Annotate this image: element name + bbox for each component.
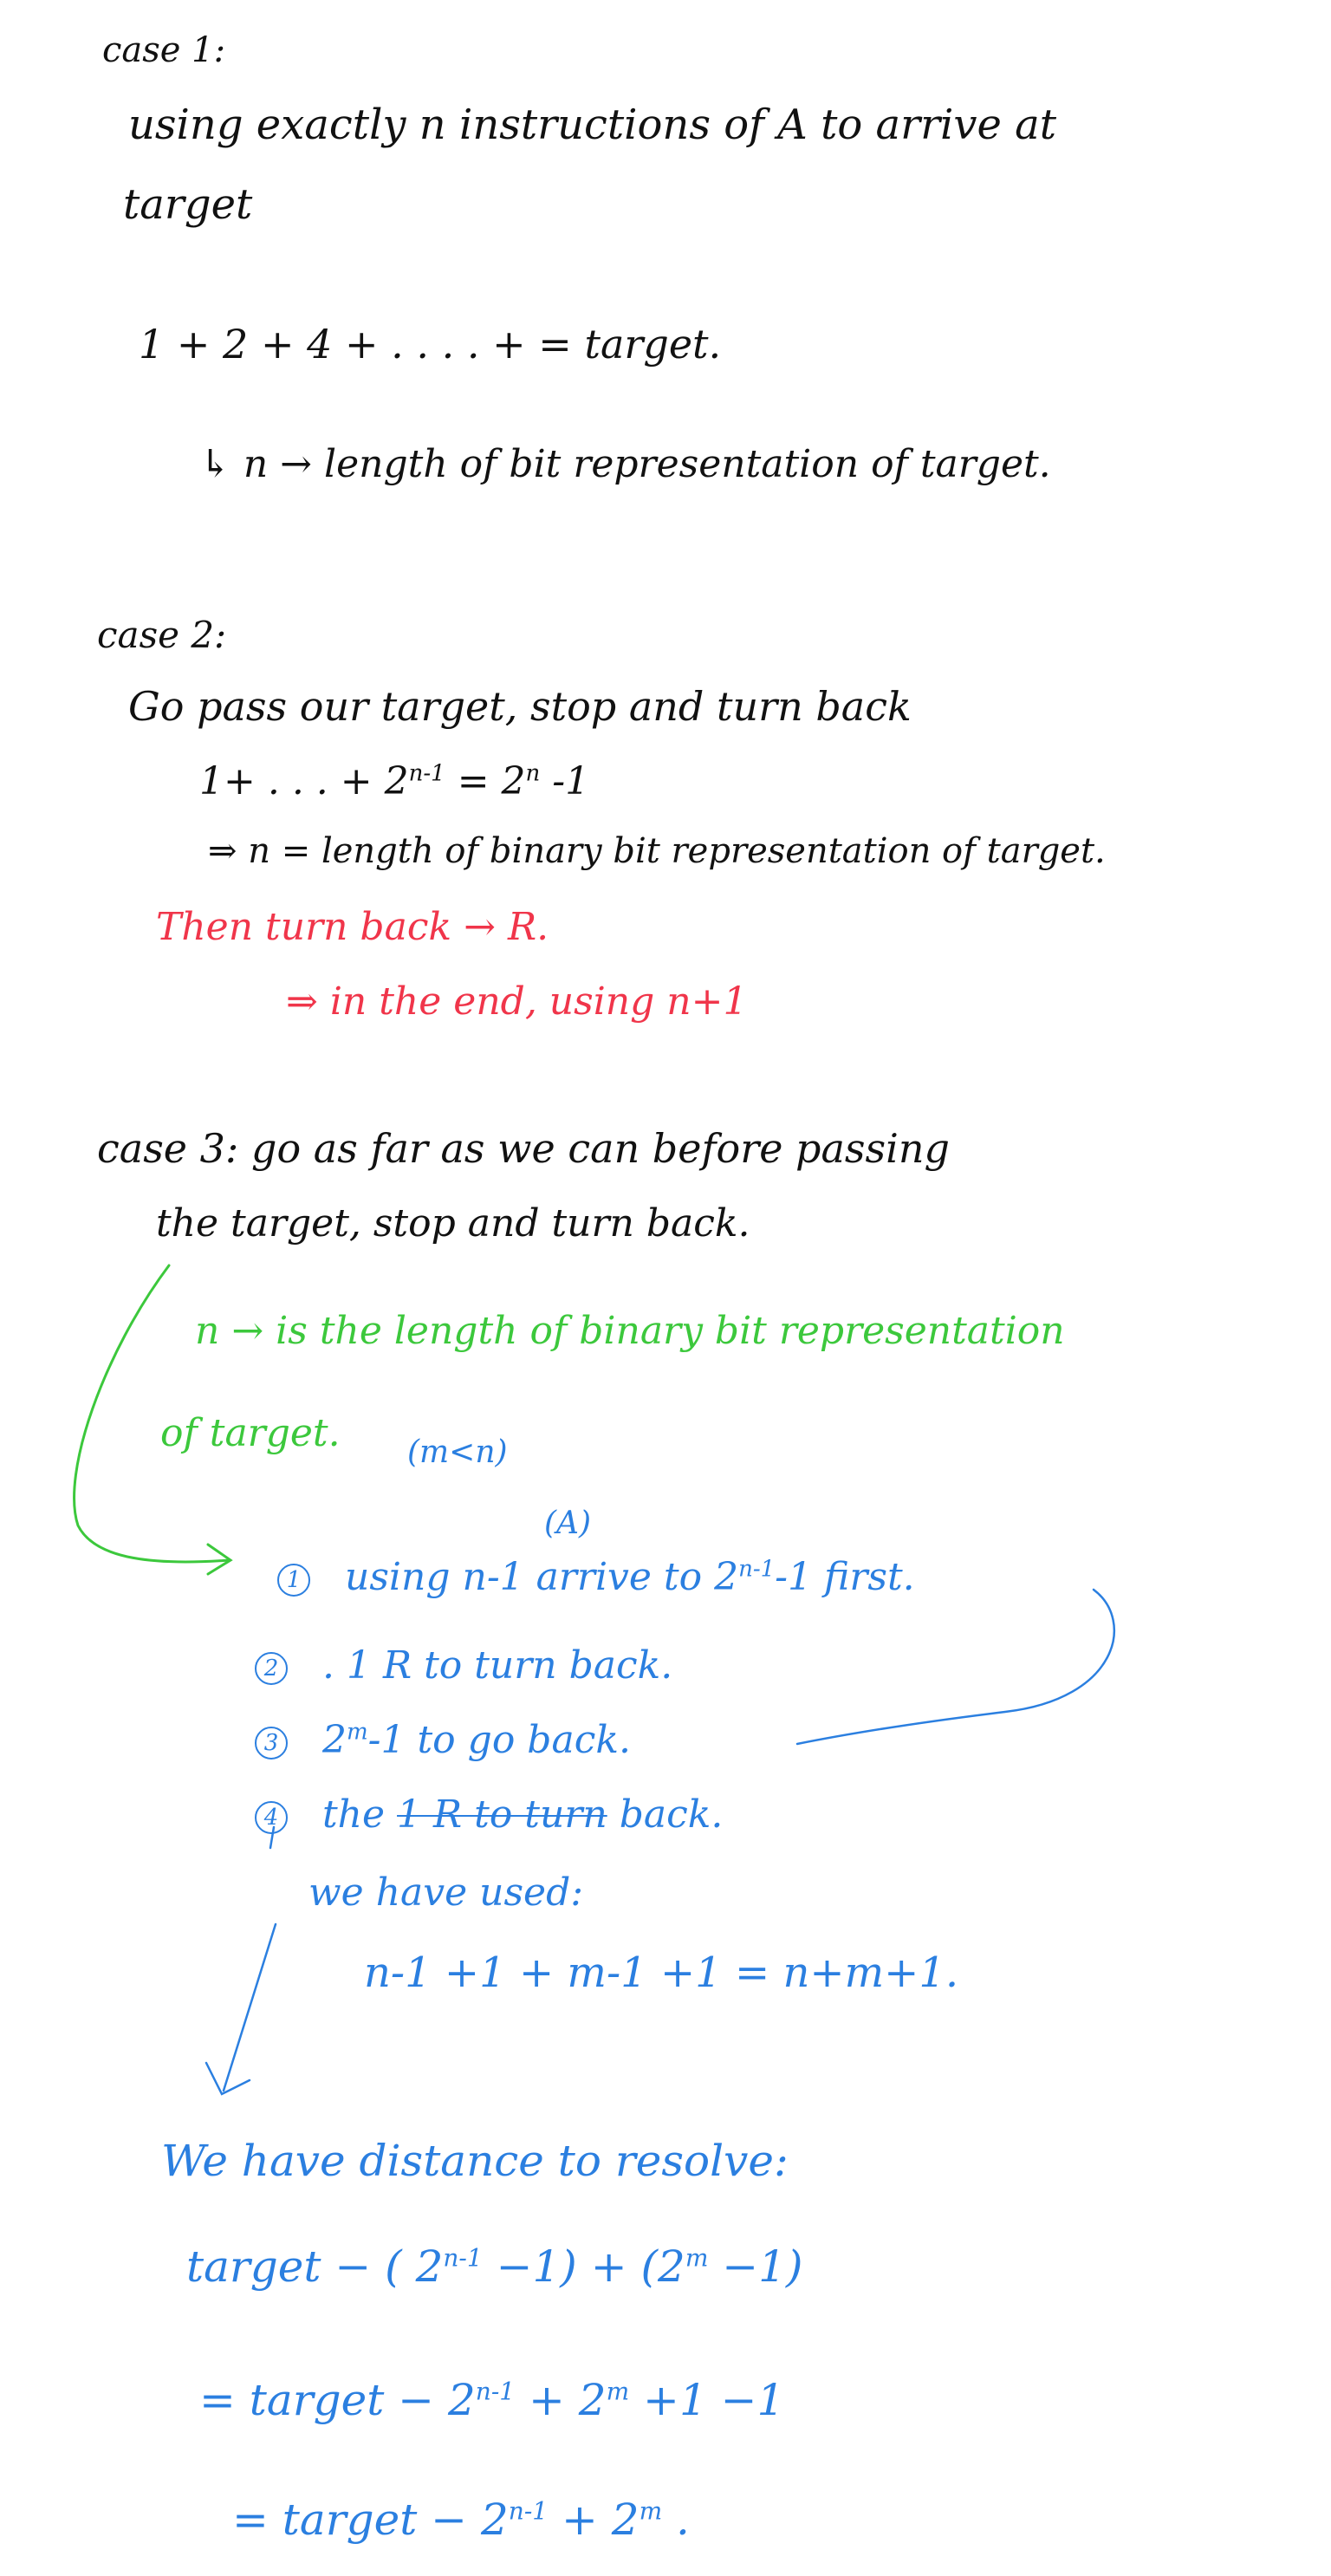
step-1: 1 using n-1 arrive to 2n-1-1 first. xyxy=(277,1555,915,1599)
expr1-exp1: n-1 xyxy=(443,2243,483,2273)
case2-sum-tail: -1 xyxy=(540,759,590,803)
expr3-a: = target − 2 xyxy=(232,2495,509,2545)
step-2-lead: . 1 R to turn back. xyxy=(322,1643,673,1688)
case2-sum-exp: n-1 xyxy=(408,760,445,787)
step-1-exp: n-1 xyxy=(738,1556,776,1583)
case3-line2: the target, stop and turn back. xyxy=(156,1201,750,1246)
distance-label: We have distance to resolve: xyxy=(161,2136,789,2186)
case1-heading: case 1: xyxy=(102,30,226,70)
expr2-b: + 2 xyxy=(515,2375,607,2425)
blue-down-arrowhead xyxy=(205,2061,251,2096)
ink-strokes xyxy=(73,1264,1115,2096)
step-3: 3 2m-1 to go back. xyxy=(255,1718,631,1762)
expr3-b: + 2 xyxy=(548,2495,640,2545)
case2-heading: case 2: xyxy=(97,614,227,656)
distance-expr-2: = target − 2n-1 + 2m +1 −1 xyxy=(199,2377,784,2424)
step-4-marker: 4 xyxy=(255,1800,288,1834)
case1-line1: using exactly n instructions of A to arr… xyxy=(128,101,1057,149)
blue-down-arrow xyxy=(222,1922,277,2092)
case3-green-line1: n → is the length of binary bit represen… xyxy=(195,1309,1065,1353)
used-expr: n-1 +1 + m-1 +1 = n+m+1. xyxy=(364,1948,959,1997)
green-arrowhead xyxy=(206,1543,233,1576)
case2-sum-lead: 1+ . . . + 2 xyxy=(199,759,409,803)
step-4: 4 the 1 R to turn back. xyxy=(255,1792,724,1837)
step-4-lead: the xyxy=(322,1792,398,1837)
expr1-c: −1) xyxy=(708,2241,803,2292)
case3-heading: case 3: go as far as we can before passi… xyxy=(97,1125,950,1172)
case1-sum: 1 + 2 + 4 + . . . . + = target. xyxy=(139,321,722,368)
distance-expr-1: target − ( 2n-1 −1) + (2m −1) xyxy=(186,2243,802,2291)
step-3-marker: 3 xyxy=(255,1726,288,1760)
expr1-b: −1) + (2 xyxy=(482,2241,685,2292)
step-2-marker: 2 xyxy=(255,1651,288,1685)
step-1-lead: using n-1 arrive to 2 xyxy=(345,1555,739,1599)
case2-implies: ⇒ n = length of binary bit representatio… xyxy=(208,831,1106,871)
expr3-exp1: n-1 xyxy=(508,2496,549,2526)
expr3-c: . xyxy=(662,2495,690,2545)
step-4-strike: 1 R to turn xyxy=(397,1792,607,1837)
handwritten-notes-page: case 1: using exactly n instructions of … xyxy=(0,0,1331,2576)
step-3-tail: -1 to go back. xyxy=(367,1718,631,1762)
expr2-exp2: m xyxy=(606,2377,630,2406)
expr2-a: = target − 2 xyxy=(199,2375,476,2425)
case2-red-line1: Then turn back → R. xyxy=(156,905,549,949)
step-4-tail: back. xyxy=(607,1792,724,1837)
case1-line2: target xyxy=(123,180,253,229)
case2-red-line2: ⇒ in the end, using n+1 xyxy=(286,979,748,1024)
expr2-exp1: n-1 xyxy=(475,2377,516,2406)
expr3-exp2: m xyxy=(639,2496,663,2526)
step-2: 2 . 1 R to turn back. xyxy=(255,1643,673,1688)
step-3-exp: m xyxy=(347,1719,368,1746)
step-1-marker: 1 xyxy=(277,1563,310,1597)
blue-link-curve xyxy=(795,1588,1115,1746)
step-3-lead: 2 xyxy=(322,1718,347,1762)
case2-line1: Go pass our target, stop and turn back xyxy=(128,683,912,730)
distance-expr-3: = target − 2n-1 + 2m . xyxy=(232,2496,690,2544)
expr1-a: target − ( 2 xyxy=(186,2241,444,2292)
expr1-exp2: m xyxy=(685,2243,709,2273)
step-1-tail: -1 first. xyxy=(775,1555,915,1599)
case2-sum: 1+ . . . + 2n-1 = 2n -1 xyxy=(199,759,590,803)
case3-cond: (m<n) xyxy=(407,1434,508,1470)
case3-label-a: (A) xyxy=(544,1506,592,1541)
case3-green-line2: of target. xyxy=(160,1411,341,1455)
used-label: we have used: xyxy=(308,1870,584,1915)
case2-sum-mid: = 2 xyxy=(445,759,526,803)
case1-note: ↳ n → length of bit representation of ta… xyxy=(199,442,1051,486)
expr2-c: +1 −1 xyxy=(629,2375,785,2425)
case2-sum-exp2: n xyxy=(525,760,541,787)
